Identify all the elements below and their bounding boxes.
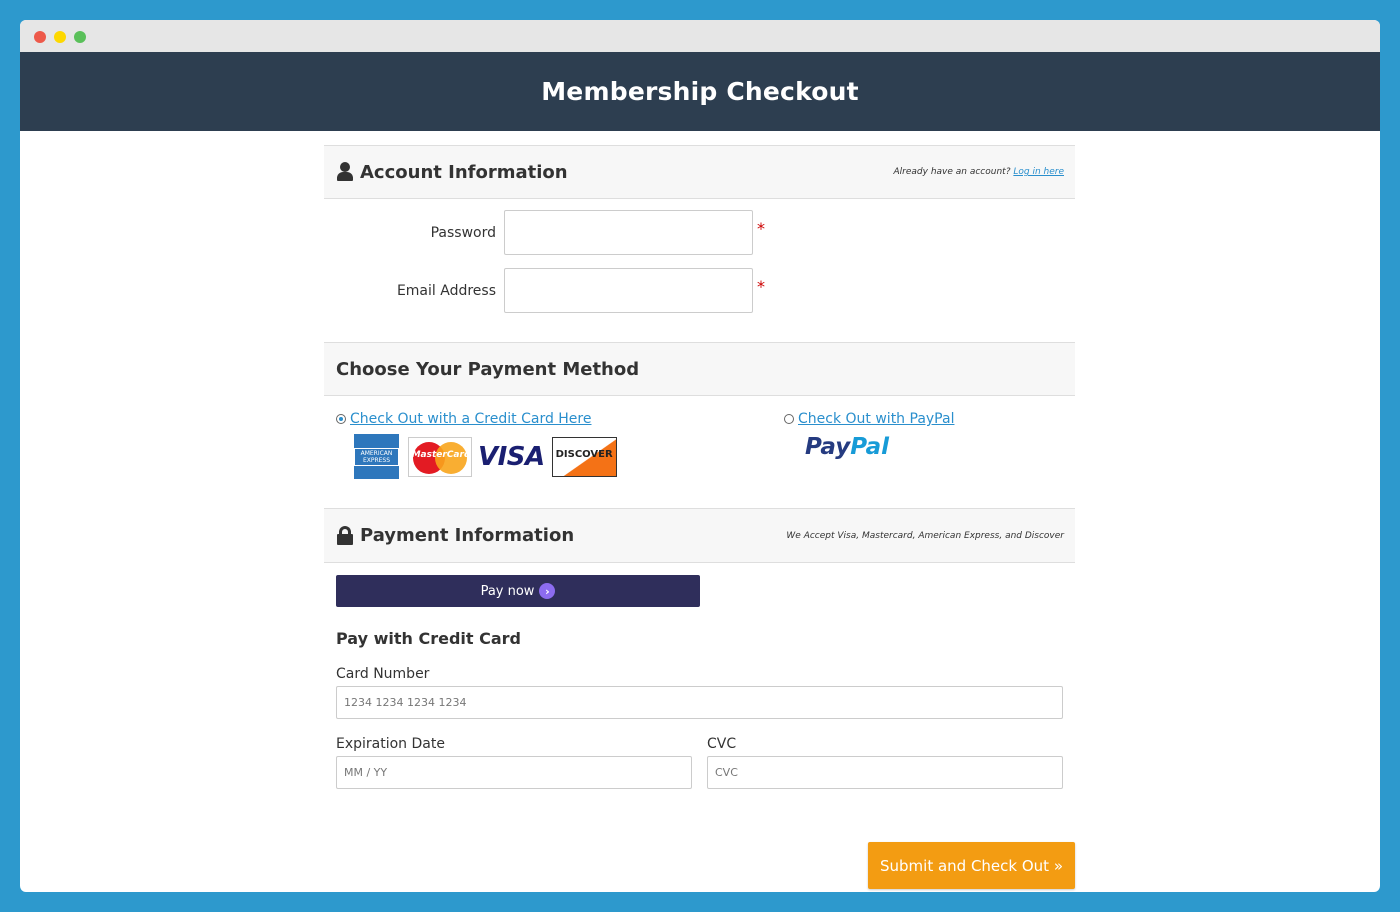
credit-card-radio[interactable] (336, 414, 346, 424)
account-section-header: Account Information Already have an acco… (324, 145, 1075, 199)
pay-with-card-heading: Pay with Credit Card (336, 629, 521, 648)
mastercard-logo: MasterCard (408, 436, 472, 477)
payment-info-heading: Payment Information (360, 525, 575, 546)
login-note-text: Already have an account? (893, 167, 1011, 177)
password-label: Password (430, 225, 496, 241)
login-link[interactable]: Log in here (1013, 167, 1064, 177)
discover-logo: DISCOVER (551, 436, 617, 477)
close-window-button[interactable] (34, 31, 46, 43)
email-required-mark: * (757, 277, 765, 296)
expiration-input[interactable]: MM / YY (336, 756, 692, 789)
credit-card-link[interactable]: Check Out with a Credit Card Here (350, 411, 592, 427)
chevron-right-icon: › (539, 583, 556, 599)
card-number-group: Card Number 1234 1234 1234 1234 (336, 666, 1063, 719)
credit-card-option[interactable]: Check Out with a Credit Card Here (336, 411, 592, 427)
cvc-label: CVC (707, 736, 737, 752)
account-heading: Account Information (360, 161, 568, 183)
card-logos: AMERICAN EXPRESS MasterCard VISA DISCOVE… (354, 434, 617, 479)
amex-logo: AMERICAN EXPRESS (354, 434, 399, 479)
paypal-logo: PayPal (805, 434, 889, 460)
card-number-label: Card Number (336, 666, 430, 682)
visa-logo: VISA (478, 441, 545, 472)
paypal-link[interactable]: Check Out with PayPal (798, 411, 954, 427)
cvc-input[interactable]: CVC (707, 756, 1063, 789)
maximize-window-button[interactable] (74, 31, 86, 43)
page-banner: Membership Checkout (20, 52, 1380, 131)
paypal-radio[interactable] (784, 414, 794, 424)
payment-method-options: Check Out with a Credit Card Here AMERIC… (324, 396, 1075, 508)
email-label: Email Address (396, 283, 496, 299)
email-row: Email Address * (324, 268, 1075, 326)
window-titlebar (20, 20, 1380, 52)
login-note: Already have an account? Log in here (894, 167, 1064, 177)
payment-method-heading: Choose Your Payment Method (336, 358, 640, 380)
pay-now-button[interactable]: Pay now › (336, 575, 700, 607)
cvc-group: CVC CVC (707, 736, 1063, 789)
minimize-window-button[interactable] (54, 31, 66, 43)
password-input[interactable] (504, 210, 753, 255)
page-title: Membership Checkout (541, 77, 859, 106)
submit-checkout-button[interactable]: Submit and Check Out » (868, 842, 1075, 889)
browser-window: Membership Checkout Account Information … (20, 20, 1380, 892)
lock-icon (336, 525, 354, 546)
expiration-label: Expiration Date (336, 736, 445, 752)
expiration-group: Expiration Date MM / YY (336, 736, 692, 789)
email-input[interactable] (504, 268, 753, 313)
password-required-mark: * (757, 219, 765, 238)
checkout-form: Account Information Already have an acco… (324, 145, 1075, 889)
card-number-input[interactable]: 1234 1234 1234 1234 (336, 686, 1063, 719)
expiry-cvc-row: Expiration Date MM / YY CVC CVC (336, 736, 1063, 789)
user-icon (336, 162, 354, 182)
pay-now-label: Pay now (480, 583, 535, 599)
payment-info-section-header: Payment Information We Accept Visa, Mast… (324, 508, 1075, 563)
password-row: Password * (324, 210, 1075, 268)
paypal-option[interactable]: Check Out with PayPal (784, 411, 954, 427)
payment-method-section-header: Choose Your Payment Method (324, 342, 1075, 396)
accepted-cards-note: We Accept Visa, Mastercard, American Exp… (786, 530, 1064, 541)
